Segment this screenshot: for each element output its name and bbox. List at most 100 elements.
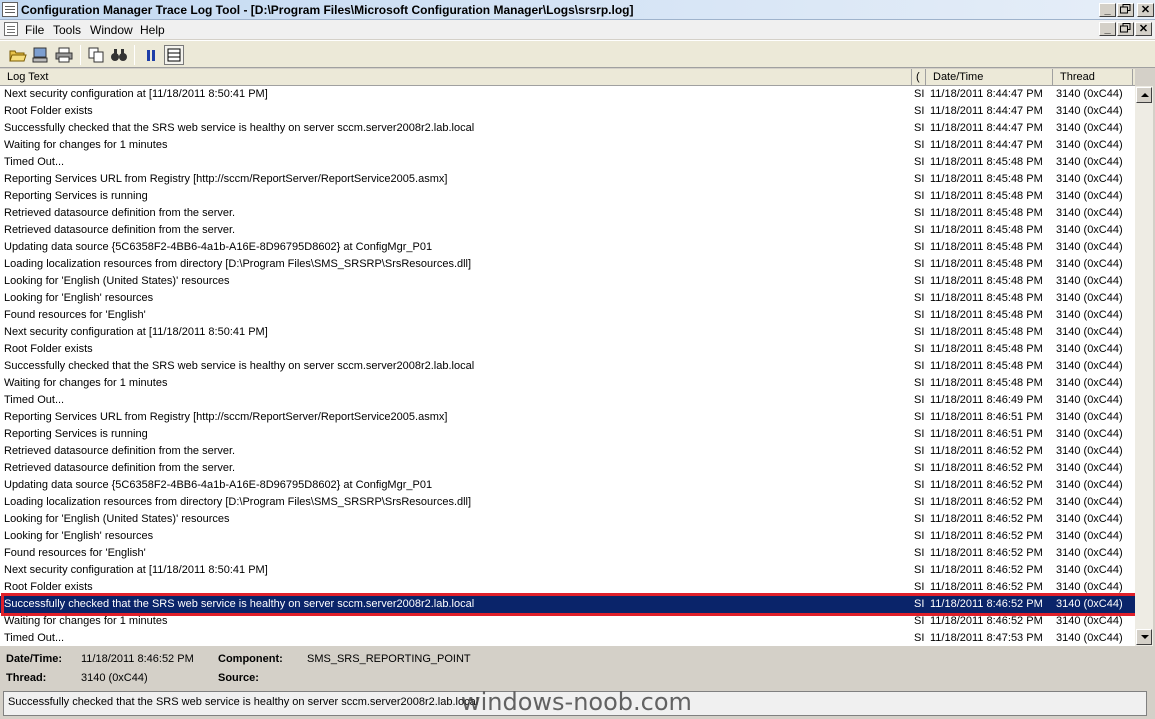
log-row-component: SI bbox=[914, 207, 924, 219]
log-row[interactable]: Retrieved datasource definition from the… bbox=[0, 460, 1135, 477]
log-row-datetime: 11/18/2011 8:46:52 PM bbox=[930, 564, 1043, 576]
open-remote-icon[interactable] bbox=[31, 45, 51, 65]
log-row[interactable]: Updating data source {5C6358F2-4BB6-4a1b… bbox=[0, 239, 1135, 256]
menu-help[interactable]: Help bbox=[140, 23, 165, 37]
log-row[interactable]: Next security configuration at [11/18/20… bbox=[0, 324, 1135, 341]
log-row-text: Updating data source {5C6358F2-4BB6-4a1b… bbox=[4, 479, 433, 491]
log-row[interactable]: Looking for 'English' resources SI 11/18/2… bbox=[0, 528, 1135, 545]
window-title: Configuration Manager Trace Log Tool - [… bbox=[21, 3, 634, 17]
log-row[interactable]: Retrieved datasource definition from the… bbox=[0, 222, 1135, 239]
log-row[interactable]: Retrieved datasource definition from the… bbox=[0, 205, 1135, 222]
log-row-component: SI bbox=[914, 326, 924, 338]
log-row-datetime: 11/18/2011 8:45:48 PM bbox=[930, 173, 1043, 185]
log-row[interactable]: Looking for 'English (United States)' re… bbox=[0, 511, 1135, 528]
log-row[interactable]: Loading localization resources from dire… bbox=[0, 256, 1135, 273]
close-button[interactable]: ✕ bbox=[1137, 3, 1154, 17]
source-label: Source: bbox=[218, 672, 259, 684]
log-row-text: Loading localization resources from dire… bbox=[4, 496, 472, 508]
column-component[interactable]: ( bbox=[912, 69, 926, 86]
vertical-scrollbar[interactable] bbox=[1135, 86, 1153, 646]
log-row-datetime: 11/18/2011 8:45:48 PM bbox=[930, 343, 1043, 355]
log-row-thread: 3140 (0xC44) bbox=[1056, 275, 1123, 287]
log-row-text: Reporting Services URL from Registry [ht… bbox=[4, 411, 448, 423]
log-row[interactable]: Timed Out... SI 11/18/2011 8:47:53 PM 3140 … bbox=[0, 630, 1135, 646]
log-row-datetime: 11/18/2011 8:44:47 PM bbox=[930, 139, 1043, 151]
log-row-thread: 3140 (0xC44) bbox=[1056, 309, 1123, 321]
log-row[interactable]: Successfully checked that the SRS web se… bbox=[0, 120, 1135, 137]
print-icon[interactable] bbox=[54, 45, 74, 65]
open-folder-icon[interactable] bbox=[8, 45, 28, 65]
child-close-button[interactable]: ✕ bbox=[1135, 22, 1152, 36]
child-minimize-button[interactable]: _ bbox=[1099, 22, 1116, 36]
log-row-text: Looking for 'English' resources bbox=[4, 292, 154, 304]
menu-tools[interactable]: Tools bbox=[53, 23, 81, 37]
log-row-component: SI bbox=[914, 394, 924, 406]
log-row-text: Found resources for 'English' bbox=[4, 309, 146, 321]
log-row-thread: 3140 (0xC44) bbox=[1056, 207, 1123, 219]
arrow-down-icon bbox=[1141, 635, 1149, 639]
log-row-text: Looking for 'English (United States)' re… bbox=[4, 275, 230, 287]
log-row[interactable]: Reporting Services URL from Registry [ht… bbox=[0, 171, 1135, 188]
log-row-component: SI bbox=[914, 462, 924, 474]
column-thread[interactable]: Thread bbox=[1053, 69, 1133, 86]
log-row[interactable]: Retrieved datasource definition from the… bbox=[0, 443, 1135, 460]
log-row[interactable]: Waiting for changes for 1 minutes SI 11/18… bbox=[0, 375, 1135, 392]
find-icon[interactable] bbox=[109, 45, 129, 65]
log-row[interactable]: Timed Out... SI 11/18/2011 8:45:48 PM 3140 … bbox=[0, 154, 1135, 171]
preview-pane-icon[interactable] bbox=[164, 45, 184, 65]
log-row[interactable]: Loading localization resources from dire… bbox=[0, 494, 1135, 511]
log-row-text: Retrieved datasource definition from the… bbox=[4, 445, 236, 457]
log-row-component: SI bbox=[914, 292, 924, 304]
log-list[interactable]: Next security configuration at [11/18/20… bbox=[0, 86, 1135, 646]
minimize-button[interactable]: _ bbox=[1099, 3, 1116, 17]
datetime-label: Date/Time: bbox=[6, 653, 63, 665]
pause-icon[interactable] bbox=[141, 45, 161, 65]
log-row[interactable]: Reporting Services is running SI 11/18/201… bbox=[0, 188, 1135, 205]
log-row[interactable]: Successfully checked that the SRS web se… bbox=[0, 358, 1135, 375]
log-row[interactable]: Timed Out... SI 11/18/2011 8:46:49 PM 3140 … bbox=[0, 392, 1135, 409]
scroll-up-button[interactable] bbox=[1136, 87, 1152, 103]
message-scrollbar[interactable] bbox=[1148, 691, 1155, 716]
log-row[interactable]: Reporting Services URL from Registry [ht… bbox=[0, 409, 1135, 426]
log-row-datetime: 11/18/2011 8:46:52 PM bbox=[930, 496, 1043, 508]
restore-icon bbox=[1120, 23, 1131, 33]
log-row-text: Successfully checked that the SRS web se… bbox=[4, 122, 475, 134]
log-row[interactable]: Next security configuration at [11/18/20… bbox=[0, 86, 1135, 103]
title-bar: Configuration Manager Trace Log Tool - [… bbox=[0, 0, 1155, 20]
log-row-text: Retrieved datasource definition from the… bbox=[4, 207, 236, 219]
document-icon[interactable] bbox=[4, 22, 18, 36]
log-row-thread: 3140 (0xC44) bbox=[1056, 139, 1123, 151]
log-row-thread: 3140 (0xC44) bbox=[1056, 496, 1123, 508]
log-row-datetime: 11/18/2011 8:45:48 PM bbox=[930, 156, 1043, 168]
log-row[interactable]: Reporting Services is running SI 11/18/201… bbox=[0, 426, 1135, 443]
log-row-component: SI bbox=[914, 479, 924, 491]
log-row-text: Reporting Services is running bbox=[4, 190, 148, 202]
log-row-component: SI bbox=[914, 343, 924, 355]
log-row[interactable]: Next security configuration at [11/18/20… bbox=[0, 562, 1135, 579]
log-row[interactable]: Looking for 'English' resources SI 11/18/2… bbox=[0, 290, 1135, 307]
log-row-thread: 3140 (0xC44) bbox=[1056, 615, 1123, 627]
log-row[interactable]: Root Folder exists SI 11/18/2011 8:45:48 P… bbox=[0, 341, 1135, 358]
child-restore-button[interactable] bbox=[1117, 22, 1134, 36]
log-row[interactable]: Root Folder exists SI 11/18/2011 8:44:47 P… bbox=[0, 103, 1135, 120]
menu-window[interactable]: Window bbox=[90, 23, 133, 37]
menu-file[interactable]: File bbox=[25, 23, 44, 37]
log-row[interactable]: Waiting for changes for 1 minutes SI 11/18… bbox=[0, 137, 1135, 154]
log-row[interactable]: Looking for 'English (United States)' re… bbox=[0, 273, 1135, 290]
log-row-thread: 3140 (0xC44) bbox=[1056, 292, 1123, 304]
log-row[interactable]: Found resources for 'English' SI 11/18/201… bbox=[0, 307, 1135, 324]
log-row-datetime: 11/18/2011 8:46:52 PM bbox=[930, 615, 1043, 627]
column-log-text[interactable]: Log Text bbox=[0, 69, 912, 86]
column-datetime[interactable]: Date/Time bbox=[926, 69, 1053, 86]
log-row[interactable]: Found resources for 'English' SI 11/18/201… bbox=[0, 545, 1135, 562]
log-row-component: SI bbox=[914, 139, 924, 151]
scroll-down-button[interactable] bbox=[1136, 629, 1152, 645]
log-row-datetime: 11/18/2011 8:47:53 PM bbox=[930, 632, 1043, 644]
log-row-datetime: 11/18/2011 8:45:48 PM bbox=[930, 224, 1043, 236]
log-row-component: SI bbox=[914, 530, 924, 542]
copy-icon[interactable] bbox=[86, 45, 106, 65]
log-row-text: Root Folder exists bbox=[4, 343, 93, 355]
log-row[interactable]: Updating data source {5C6358F2-4BB6-4a1b… bbox=[0, 477, 1135, 494]
log-row-component: SI bbox=[914, 258, 924, 270]
restore-button[interactable] bbox=[1117, 3, 1134, 17]
